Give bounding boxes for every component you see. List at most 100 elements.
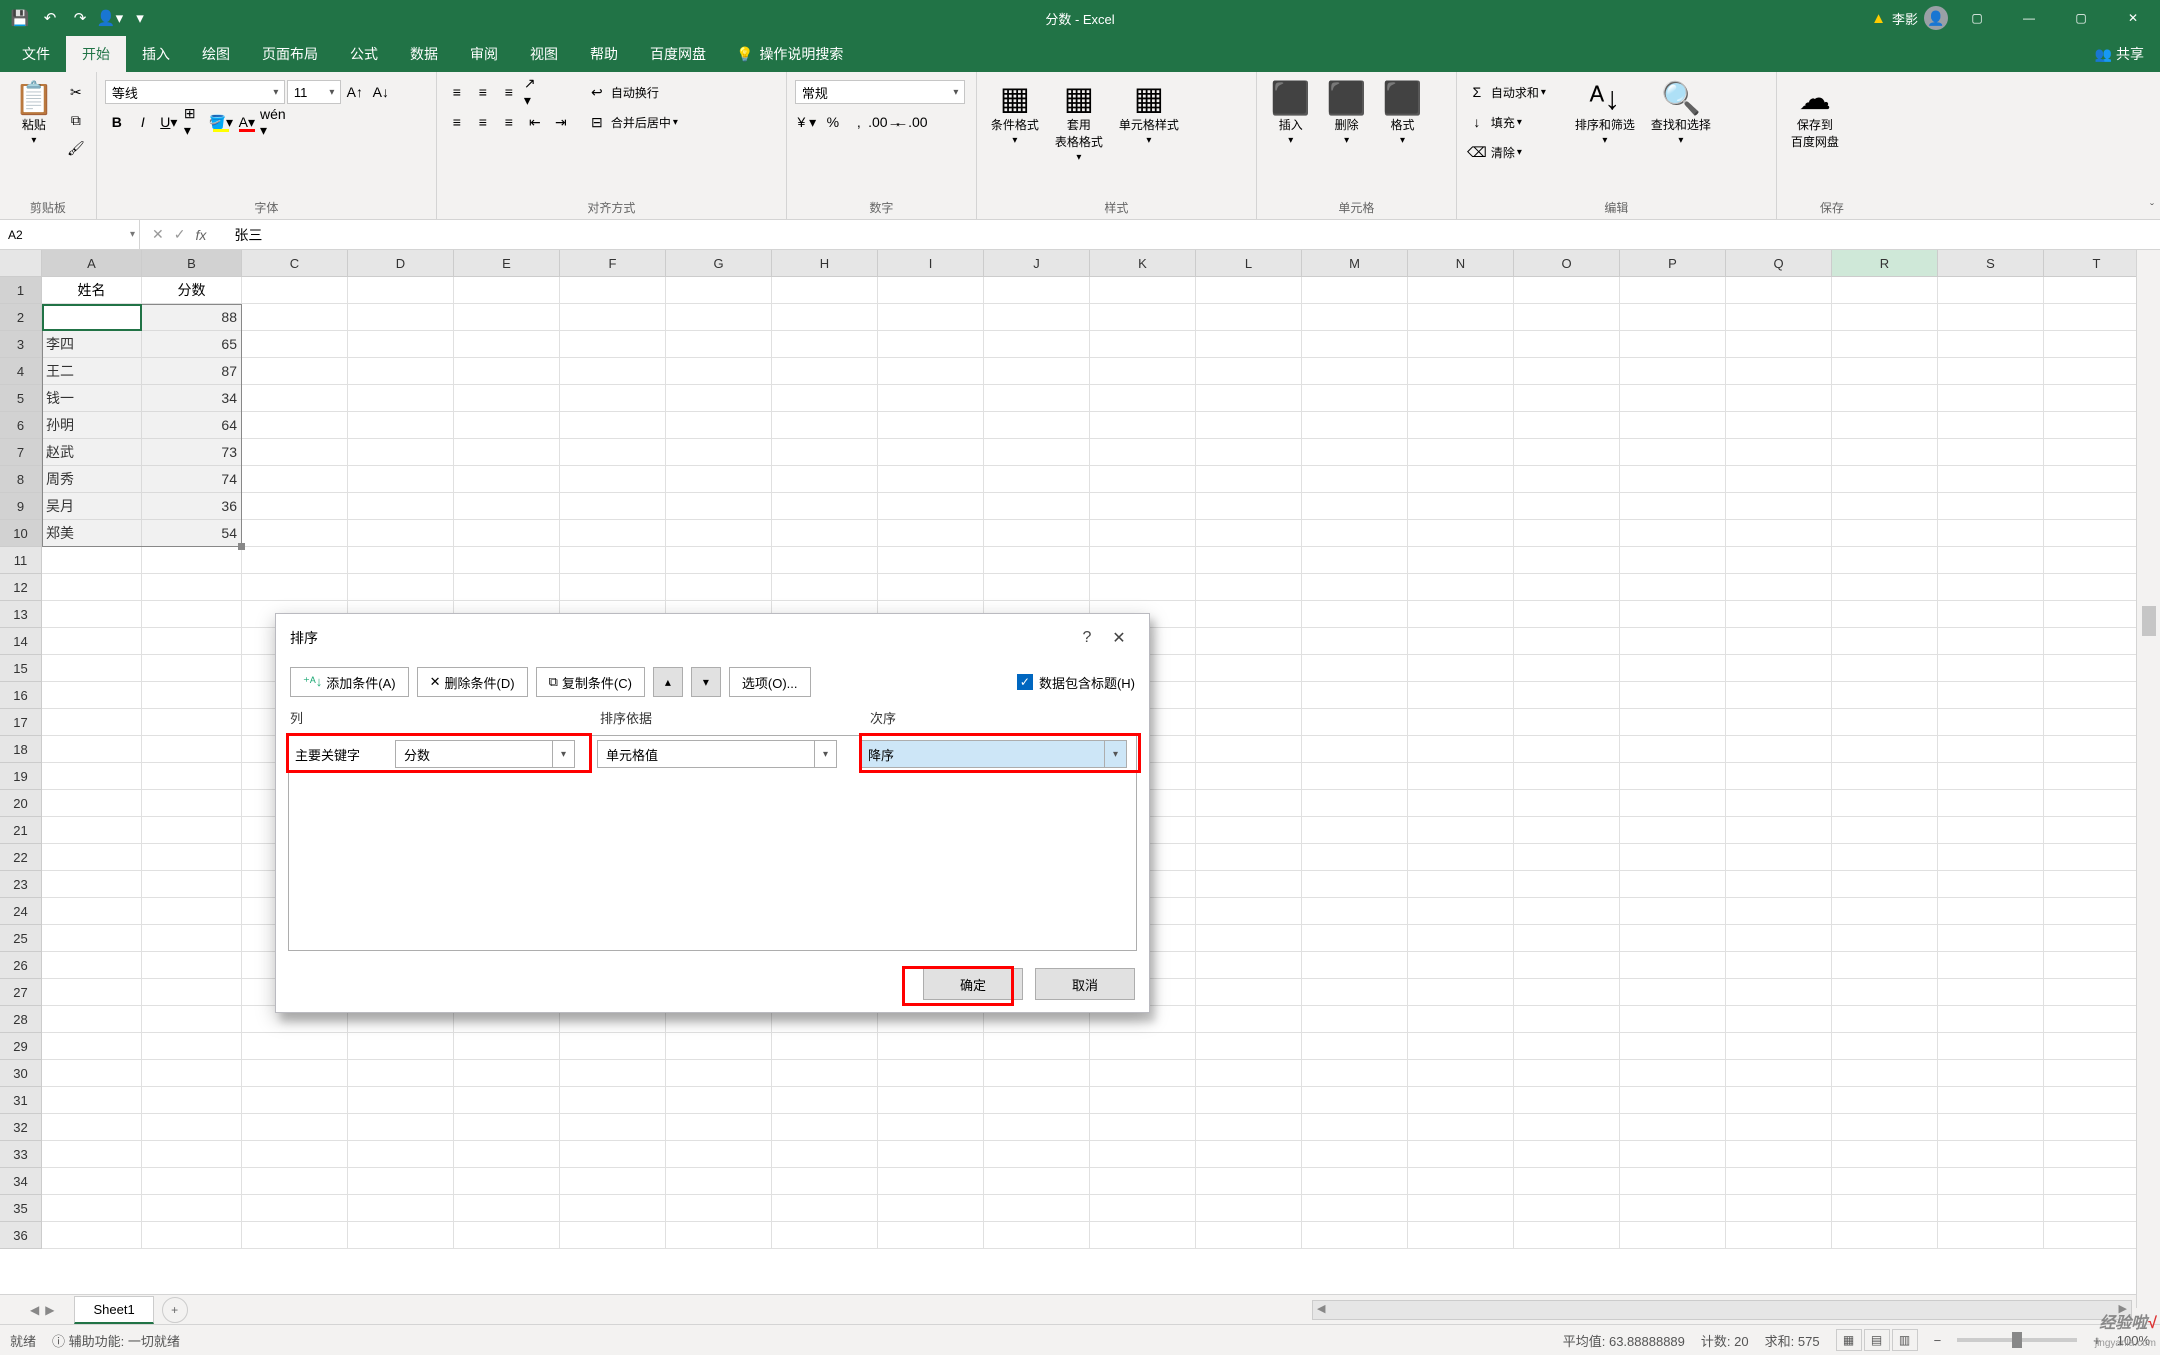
cell[interactable]: [142, 1033, 242, 1060]
cell[interactable]: [1726, 682, 1832, 709]
row-header-32[interactable]: 32: [0, 1114, 42, 1141]
cell[interactable]: [1726, 1114, 1832, 1141]
cell[interactable]: [142, 1060, 242, 1087]
cell[interactable]: [1196, 520, 1302, 547]
cell[interactable]: [1302, 871, 1408, 898]
cell[interactable]: [142, 709, 242, 736]
cell[interactable]: [984, 1114, 1090, 1141]
cell[interactable]: [348, 547, 454, 574]
cell[interactable]: [2044, 520, 2150, 547]
cell[interactable]: [772, 1087, 878, 1114]
cell[interactable]: [1832, 466, 1938, 493]
cell[interactable]: [1620, 790, 1726, 817]
cell[interactable]: [242, 304, 348, 331]
cell[interactable]: [348, 331, 454, 358]
cell[interactable]: [1938, 385, 2044, 412]
paste-button[interactable]: 📋 粘贴 ▾: [8, 80, 60, 148]
cell[interactable]: [242, 1087, 348, 1114]
cell[interactable]: [1832, 601, 1938, 628]
cell[interactable]: [142, 682, 242, 709]
indent-increase-icon[interactable]: ⇥: [549, 110, 573, 134]
cell[interactable]: [1620, 1006, 1726, 1033]
cell[interactable]: [142, 1168, 242, 1195]
cell[interactable]: [1938, 493, 2044, 520]
orientation-icon[interactable]: ↗ ▾: [523, 80, 547, 104]
cell[interactable]: [1832, 1168, 1938, 1195]
row-header-2[interactable]: 2: [0, 304, 42, 331]
cell[interactable]: [878, 1195, 984, 1222]
row-header-13[interactable]: 13: [0, 601, 42, 628]
cell[interactable]: [1938, 1033, 2044, 1060]
cell[interactable]: [984, 358, 1090, 385]
decrease-font-icon[interactable]: A↓: [369, 80, 393, 104]
cell[interactable]: [1302, 817, 1408, 844]
cell[interactable]: [1302, 1006, 1408, 1033]
cell[interactable]: [1938, 439, 2044, 466]
cell[interactable]: [142, 979, 242, 1006]
cell[interactable]: [1832, 1033, 1938, 1060]
cell[interactable]: [42, 952, 142, 979]
cell[interactable]: [1514, 574, 1620, 601]
cell[interactable]: [1620, 331, 1726, 358]
save-icon[interactable]: 💾: [6, 4, 34, 32]
cell[interactable]: [2044, 709, 2150, 736]
minimize-icon[interactable]: —: [2006, 0, 2052, 36]
cell[interactable]: [1514, 925, 1620, 952]
cell[interactable]: [1726, 925, 1832, 952]
cell[interactable]: [2044, 547, 2150, 574]
cell[interactable]: [1408, 1195, 1514, 1222]
row-header-27[interactable]: 27: [0, 979, 42, 1006]
cell[interactable]: [772, 304, 878, 331]
row-header-15[interactable]: 15: [0, 655, 42, 682]
cell[interactable]: [1408, 709, 1514, 736]
cell[interactable]: [1938, 1006, 2044, 1033]
cell[interactable]: [1196, 331, 1302, 358]
cell[interactable]: [454, 1222, 560, 1249]
cell[interactable]: [1408, 574, 1514, 601]
row-header-19[interactable]: 19: [0, 763, 42, 790]
cell[interactable]: [454, 493, 560, 520]
cell[interactable]: [1514, 655, 1620, 682]
conditional-format-button[interactable]: ▦条件格式▾: [985, 80, 1045, 148]
cell[interactable]: [560, 1033, 666, 1060]
cell[interactable]: [1620, 1168, 1726, 1195]
cell[interactable]: [142, 763, 242, 790]
number-format-combo[interactable]: 常规▾: [795, 80, 965, 104]
cell[interactable]: [348, 385, 454, 412]
sort-filter-button[interactable]: ᴬ↓排序和筛选▾: [1569, 80, 1641, 148]
cell[interactable]: [1196, 1222, 1302, 1249]
cell[interactable]: [2044, 682, 2150, 709]
wrap-text-button[interactable]: ↩自动换行: [585, 80, 678, 104]
cell[interactable]: [1514, 1114, 1620, 1141]
delete-cells-button[interactable]: ⬛删除▾: [1321, 80, 1373, 148]
cell[interactable]: [666, 385, 772, 412]
cell[interactable]: [1726, 304, 1832, 331]
cell[interactable]: [1408, 1114, 1514, 1141]
close-icon[interactable]: ✕: [1103, 628, 1135, 648]
cell[interactable]: [1514, 979, 1620, 1006]
cell[interactable]: [1302, 682, 1408, 709]
align-left-icon[interactable]: ≡: [445, 110, 469, 134]
cell[interactable]: [1620, 871, 1726, 898]
cell[interactable]: [142, 952, 242, 979]
cell[interactable]: [1620, 1033, 1726, 1060]
cell[interactable]: [1620, 547, 1726, 574]
cell[interactable]: [2044, 493, 2150, 520]
cell[interactable]: [1196, 736, 1302, 763]
cell[interactable]: [984, 1168, 1090, 1195]
cell[interactable]: [772, 1222, 878, 1249]
cell[interactable]: [142, 1087, 242, 1114]
cell[interactable]: [1620, 709, 1726, 736]
cell[interactable]: [1832, 331, 1938, 358]
cell[interactable]: [2044, 817, 2150, 844]
cell[interactable]: [1196, 385, 1302, 412]
cell[interactable]: [1408, 655, 1514, 682]
move-down-button[interactable]: ▾: [691, 667, 721, 697]
cell[interactable]: [1196, 466, 1302, 493]
cell[interactable]: [242, 493, 348, 520]
cell[interactable]: [666, 574, 772, 601]
cell[interactable]: [666, 1195, 772, 1222]
header-checkbox[interactable]: ✓数据包含标题(H): [1017, 673, 1135, 692]
cell[interactable]: [1726, 574, 1832, 601]
col-header-A[interactable]: A: [42, 250, 142, 277]
